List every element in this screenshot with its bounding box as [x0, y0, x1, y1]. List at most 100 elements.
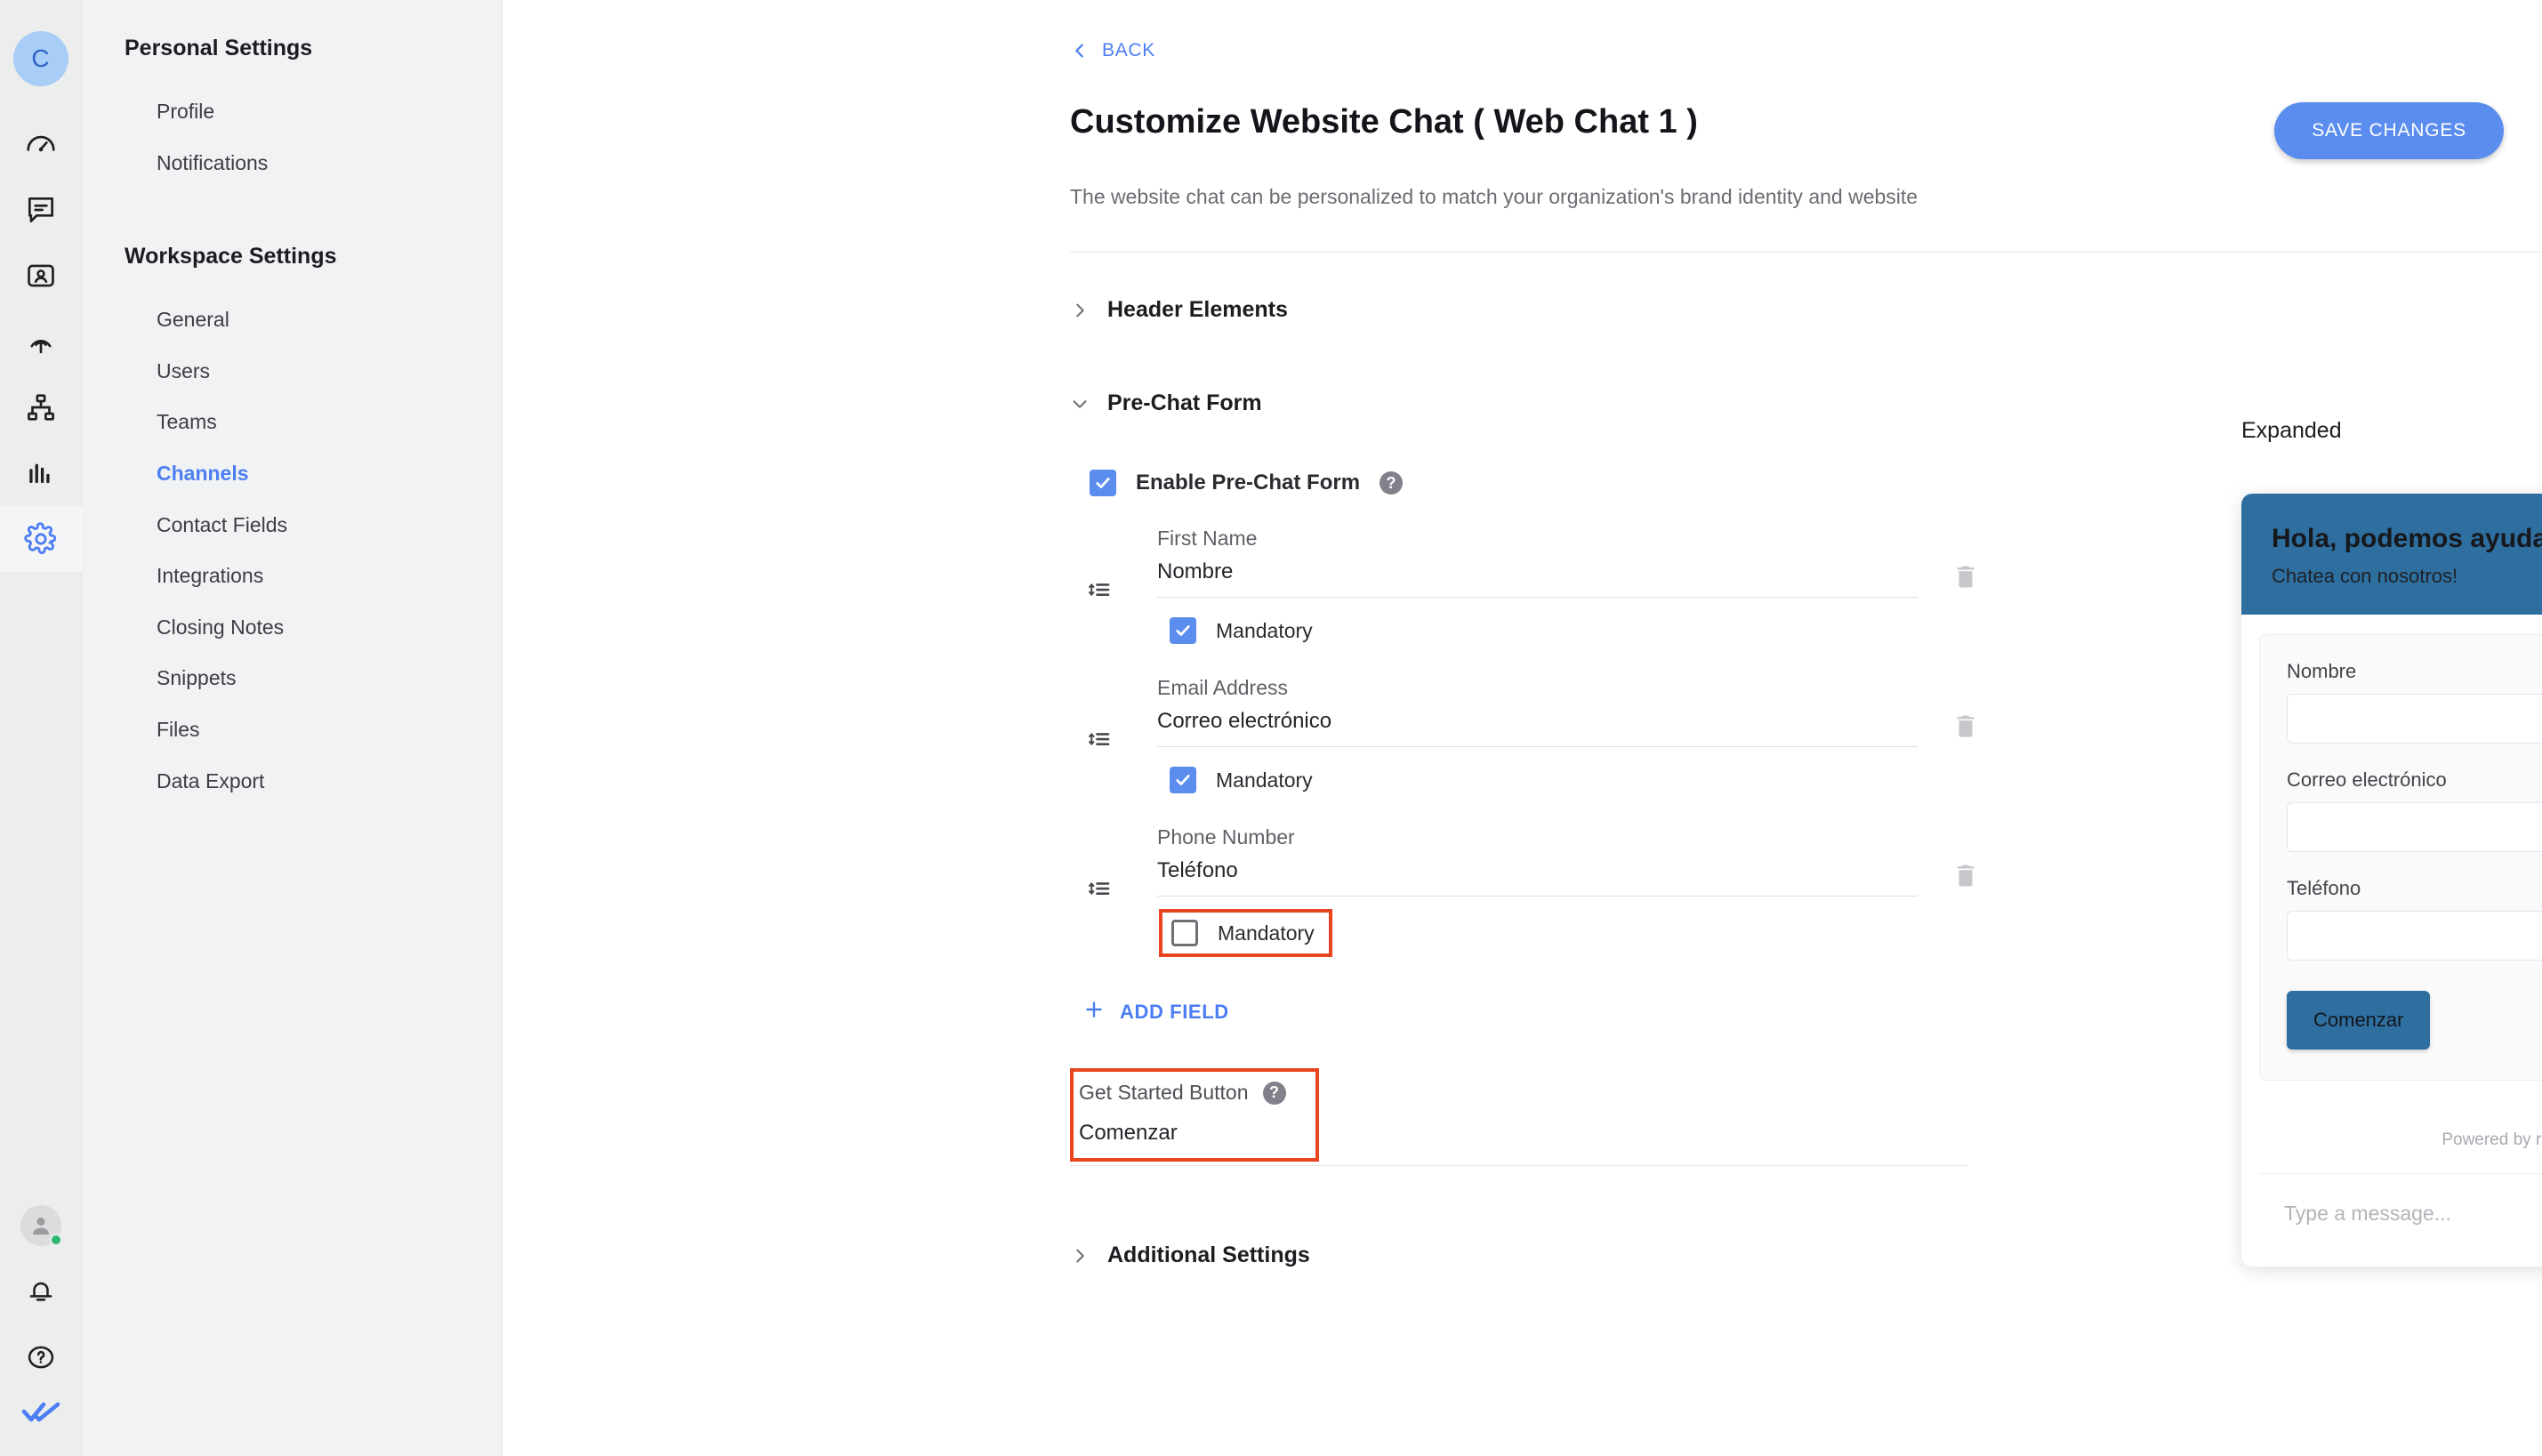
reports-icon	[24, 456, 58, 490]
rail-item-profile[interactable]	[0, 1193, 82, 1259]
sidebar-item-contact-fields[interactable]: Contact Fields	[82, 500, 502, 551]
sidebar-item-files[interactable]: Files	[82, 704, 502, 756]
chat-widget-prechat-card: Nombre Correo electrónico Teléfono Comen…	[2259, 634, 2542, 1081]
rail-item-settings[interactable]	[0, 506, 82, 572]
accordion-pre-chat-form[interactable]: Pre-Chat Form	[1070, 376, 1968, 430]
drag-reorder-icon[interactable]	[1086, 726, 1113, 752]
delete-field-icon[interactable]	[1951, 861, 1980, 889]
add-field-button[interactable]: ADD FIELD	[1082, 998, 1229, 1026]
add-field-label: ADD FIELD	[1120, 1000, 1229, 1023]
get-started-button-header: Get Started Button ?	[1079, 1081, 1303, 1105]
back-button[interactable]: BACK	[503, 0, 1155, 61]
field-label: Phone Number	[1157, 825, 1295, 849]
mandatory-label: Mandatory	[1216, 618, 1313, 642]
preview-title: Expanded	[2241, 418, 2342, 443]
chat-widget-composer	[2259, 1174, 2542, 1259]
delete-field-icon[interactable]	[1951, 712, 1980, 740]
mandatory-row-highlighted: Mandatory	[1159, 909, 1332, 957]
messages-icon	[24, 193, 58, 227]
pre-chat-field-list: First Name Nombre Mandatory Email Addres…	[1070, 527, 1975, 957]
mandatory-checkbox[interactable]	[1171, 920, 1198, 946]
rail-item-contacts[interactable]	[0, 243, 82, 309]
chat-widget-header: Hola, podemos ayudarte? Chatea con nosot…	[2241, 494, 2542, 615]
get-started-button-group: Get Started Button ?	[1070, 1068, 1319, 1162]
sidebar-item-integrations[interactable]: Integrations	[82, 551, 502, 602]
enable-pre-chat-form-label: Enable Pre-Chat Form	[1136, 471, 1361, 495]
rail-item-respondio-logo[interactable]	[0, 1390, 82, 1456]
sidebar-item-data-export[interactable]: Data Export	[82, 756, 502, 808]
sidebar-item-general[interactable]: General	[82, 294, 502, 346]
chevron-left-icon	[1070, 41, 1090, 60]
accordion-additional-settings[interactable]: Additional Settings	[1070, 1228, 1968, 1283]
field-value-input[interactable]	[1157, 858, 1918, 897]
accordion-header-elements[interactable]: Header Elements	[1070, 283, 1968, 337]
field-row	[1157, 858, 1975, 897]
sidebar-item-profile[interactable]: Profile	[82, 86, 502, 138]
app-root: C Personal Settings Profile Notification…	[0, 0, 2542, 1456]
message-input[interactable]	[2284, 1201, 2542, 1226]
field-value-input[interactable]	[1157, 559, 1918, 598]
settings-nav: Personal Settings Profile Notifications …	[82, 0, 503, 1456]
sidebar-item-closing-notes[interactable]: Closing Notes	[82, 602, 502, 654]
mandatory-checkbox[interactable]	[1170, 767, 1196, 793]
page-title: Customize Website Chat ( Web Chat 1 )	[1070, 103, 1698, 141]
mandatory-row: Mandatory	[1170, 767, 1313, 793]
back-button-label: BACK	[1102, 40, 1155, 60]
broadcast-icon	[24, 325, 58, 358]
field-label: Email Address	[1157, 676, 1289, 699]
chat-widget-title: Hola, podemos ayudarte?	[2272, 524, 2542, 553]
mandatory-label: Mandatory	[1218, 921, 1315, 945]
help-tooltip-icon[interactable]: ?	[1262, 1081, 1286, 1105]
sidebar-item-channels[interactable]: Channels	[82, 448, 502, 500]
rail-item-messages[interactable]	[0, 177, 82, 243]
sidebar-item-snippets[interactable]: Snippets	[82, 653, 502, 704]
drag-reorder-icon[interactable]	[1086, 875, 1113, 902]
preview-input-name[interactable]	[2287, 694, 2542, 744]
rail-item-dashboard[interactable]	[0, 111, 82, 177]
workspace-avatar-initial: C	[31, 44, 50, 72]
chevron-right-icon	[1070, 1246, 1090, 1266]
online-status-dot	[49, 1234, 62, 1246]
nav-group-personal-title: Personal Settings	[125, 36, 313, 60]
nav-group-workspace-title: Workspace Settings	[125, 244, 337, 269]
get-started-button-input[interactable]	[1079, 1121, 1303, 1146]
preview-input-email[interactable]	[2287, 802, 2542, 852]
accordion-additional-settings-title: Additional Settings	[1107, 1243, 1310, 1267]
header-divider	[1070, 252, 2542, 253]
preview-submit-button[interactable]: Comenzar	[2287, 991, 2431, 1050]
chat-widget-subtitle: Chatea con nosotros!	[2272, 565, 2458, 587]
preview-field-label-email: Correo electrónico	[2287, 768, 2447, 791]
enable-pre-chat-form-checkbox[interactable]	[1090, 470, 1116, 496]
chat-widget-preview: Hola, podemos ayudarte? Chatea con nosot…	[2241, 494, 2542, 1267]
avatar	[20, 1205, 62, 1246]
workspace-avatar[interactable]: C	[12, 31, 68, 86]
pre-chat-field-email-address: Email Address Correo electrónico Mandato…	[1070, 676, 1975, 793]
bell-icon	[25, 1275, 57, 1307]
rail-item-help[interactable]	[0, 1324, 82, 1390]
mandatory-checkbox[interactable]	[1170, 617, 1196, 644]
delete-field-icon[interactable]	[1951, 562, 1980, 591]
help-tooltip-icon[interactable]: ?	[1380, 471, 1404, 495]
sidebar-item-teams[interactable]: Teams	[82, 397, 502, 448]
sidebar-item-users[interactable]: Users	[82, 346, 502, 398]
workflows-icon	[24, 390, 58, 424]
rail-item-notifications[interactable]	[0, 1259, 82, 1324]
rail-item-workflows[interactable]	[0, 374, 82, 440]
field-row	[1157, 709, 1975, 747]
mandatory-label: Mandatory	[1216, 768, 1313, 792]
settings-sections: Header Elements Pre-Chat Form Enable Pre…	[1070, 283, 1975, 1283]
save-changes-button[interactable]: SAVE CHANGES	[2274, 102, 2504, 159]
rail-item-broadcasts[interactable]	[0, 309, 82, 374]
drag-reorder-icon[interactable]	[1086, 576, 1113, 603]
accordion-header-elements-title: Header Elements	[1107, 297, 1288, 322]
chevron-right-icon	[1070, 301, 1090, 320]
mandatory-row: Mandatory	[1170, 617, 1313, 644]
preview-input-phone[interactable]	[2287, 911, 2542, 961]
contacts-icon	[24, 259, 58, 293]
rail-item-reports[interactable]	[0, 440, 82, 506]
sidebar-item-notifications[interactable]: Notifications	[82, 138, 502, 189]
preview-field-label-name: Nombre	[2287, 660, 2357, 682]
pre-chat-field-phone-number: Phone Number Teléfono Mandatory	[1070, 825, 1975, 957]
respondio-logo-icon	[21, 1399, 60, 1428]
field-value-input[interactable]	[1157, 709, 1918, 747]
